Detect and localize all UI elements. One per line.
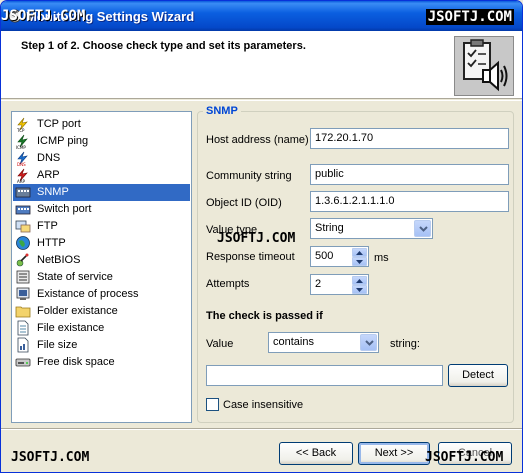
list-item-label: ARP xyxy=(37,169,60,181)
list-item-snmp[interactable]: SNMP xyxy=(13,184,190,201)
list-item-label: SNMP xyxy=(37,186,69,198)
case-insensitive-checkbox[interactable] xyxy=(206,398,219,411)
watermark-bottom-left: JSOFTJ.COM xyxy=(11,450,90,465)
case-insensitive-label[interactable]: Case insensitive xyxy=(223,399,303,411)
list-item-label: State of service xyxy=(37,271,113,283)
next-button[interactable]: Next >> xyxy=(358,442,430,465)
oid-input[interactable]: 1.3.6.1.2.1.1.1.0 xyxy=(310,191,509,212)
check-type-list[interactable]: TCP TCP port ICMP ICMP ping DNS DNS ARP ARP SNMP… xyxy=(11,111,192,423)
svg-text:TCP: TCP xyxy=(16,128,25,132)
match-string-input[interactable] xyxy=(206,365,443,386)
svg-text:ICMP: ICMP xyxy=(16,145,26,149)
condition-select[interactable]: contains xyxy=(268,332,379,353)
oid-label: Object ID (OID) xyxy=(206,197,282,209)
arp-icon: ARP xyxy=(17,168,28,183)
condition-value: contains xyxy=(273,336,314,348)
group-title: SNMP xyxy=(203,105,241,117)
snmp-icon xyxy=(15,187,31,198)
detect-button[interactable]: Detect xyxy=(448,364,508,387)
list-item-label: Switch port xyxy=(37,203,92,215)
timeout-value: 500 xyxy=(315,250,334,262)
service-icon xyxy=(16,270,30,284)
list-item-http[interactable]: HTTP xyxy=(13,235,190,252)
svg-text:ARP: ARP xyxy=(17,179,26,183)
spin-down-icon[interactable] xyxy=(352,257,367,266)
value-type-select[interactable]: String xyxy=(310,218,433,239)
list-item-label: Free disk space xyxy=(37,356,115,368)
list-item-label: ICMP ping xyxy=(37,135,89,147)
chevron-down-icon[interactable] xyxy=(414,220,431,237)
list-item-state-of-service[interactable]: State of service xyxy=(13,269,190,286)
wizard-header: Step 1 of 2. Choose check type and set i… xyxy=(1,31,522,99)
list-item-label: File existance xyxy=(37,322,105,334)
ftp-icon xyxy=(15,220,31,233)
list-item-label: File size xyxy=(37,339,78,351)
host-label: Host address (name) xyxy=(206,134,309,146)
tcp-icon: TCP xyxy=(16,117,28,132)
timeout-spinner[interactable]: 500 xyxy=(310,246,369,267)
http-globe-icon xyxy=(16,236,30,250)
file-icon xyxy=(17,320,29,336)
list-item-file-existance[interactable]: File existance xyxy=(13,320,190,337)
string-label: string: xyxy=(390,338,420,350)
attempts-spinner[interactable]: 2 xyxy=(310,274,369,295)
spin-up-icon[interactable] xyxy=(352,248,367,257)
list-item-label: NetBIOS xyxy=(37,254,81,266)
attempts-label: Attempts xyxy=(206,278,250,290)
list-item-label: Folder existance xyxy=(37,305,118,317)
list-item-icmp-ping[interactable]: ICMP ICMP ping xyxy=(13,133,190,150)
disk-icon xyxy=(15,358,31,367)
list-item-ftp[interactable]: FTP xyxy=(13,218,190,235)
icmp-icon: ICMP xyxy=(16,134,28,149)
community-label: Community string xyxy=(206,170,292,182)
svg-text:DNS: DNS xyxy=(17,162,26,166)
list-item-label: HTTP xyxy=(37,237,66,249)
list-item-tcp-port[interactable]: TCP TCP port xyxy=(13,116,190,133)
list-item-label: TCP port xyxy=(37,118,81,130)
list-item-label: DNS xyxy=(37,152,61,164)
value-label: Value xyxy=(206,338,234,350)
list-item-label: FTP xyxy=(37,220,58,232)
footer-divider xyxy=(1,428,522,430)
title-watermark-overlay: JSOFTJ.COM xyxy=(1,8,86,24)
step-text: Step 1 of 2. Choose check type and set i… xyxy=(21,40,306,52)
dns-icon: DNS xyxy=(17,151,28,166)
file-size-icon xyxy=(17,337,29,353)
passed-heading: The check is passed if xyxy=(206,310,323,322)
timeout-unit: ms xyxy=(374,252,389,264)
watermark-middle: JSOFTJ.COM xyxy=(217,231,296,246)
process-icon xyxy=(16,287,30,300)
community-string-input[interactable]: public xyxy=(310,164,509,185)
chevron-down-icon[interactable] xyxy=(360,334,377,351)
list-item-existance-of-process[interactable]: Existance of process xyxy=(13,286,190,303)
value-type-value: String xyxy=(315,222,344,234)
switch-icon xyxy=(15,205,31,215)
folder-icon xyxy=(15,306,31,318)
spin-up-icon[interactable] xyxy=(352,276,367,285)
list-item-netbios[interactable]: NetBIOS xyxy=(13,252,190,269)
spin-down-icon[interactable] xyxy=(352,285,367,294)
timeout-label: Response timeout xyxy=(206,251,295,263)
list-item-free-disk-space[interactable]: Free disk space xyxy=(13,354,190,371)
attempts-value: 2 xyxy=(315,278,322,290)
netbios-icon xyxy=(16,253,29,267)
header-divider xyxy=(1,100,522,102)
wizard-window: Monitoring Settings Wizard JSOFTJ.COM JS… xyxy=(0,0,523,473)
list-item-switch-port[interactable]: Switch port xyxy=(13,201,190,218)
title-bar[interactable]: Monitoring Settings Wizard JSOFTJ.COM JS… xyxy=(1,1,522,31)
list-item-folder-existance[interactable]: Folder existance xyxy=(13,303,190,320)
list-item-file-size[interactable]: File size xyxy=(13,337,190,354)
list-item-label: Existance of process xyxy=(37,288,139,300)
back-button[interactable]: << Back xyxy=(279,442,353,465)
watermark-bottom-right: JSOFTJ.COM xyxy=(425,450,504,465)
title-watermark-right: JSOFTJ.COM xyxy=(425,9,514,25)
host-address-input[interactable]: 172.20.1.70 xyxy=(310,128,509,149)
list-item-arp[interactable]: ARP ARP xyxy=(13,167,190,184)
clipboard-speaker-icon xyxy=(454,36,514,96)
list-item-dns[interactable]: DNS DNS xyxy=(13,150,190,167)
